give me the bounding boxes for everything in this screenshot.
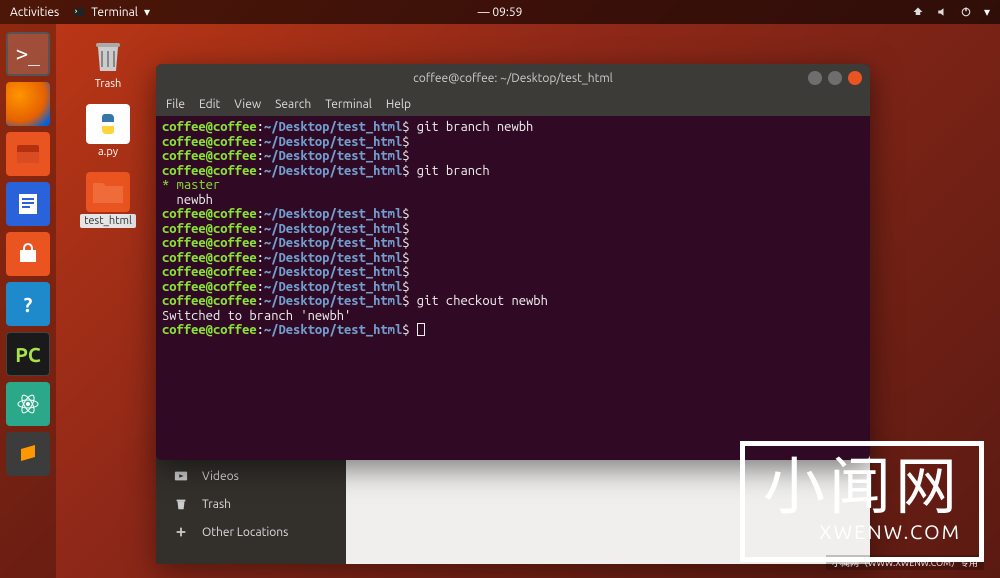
bag-icon xyxy=(16,242,40,266)
watermark-title: 小闻网 xyxy=(763,454,961,516)
terminal-content[interactable]: coffee@coffee:~/Desktop/test_html$ git b… xyxy=(156,116,870,460)
watermark: 小闻网 XWENW.COM xyxy=(740,441,984,562)
launcher-files[interactable] xyxy=(6,132,50,176)
menu-file[interactable]: File xyxy=(166,98,185,111)
folder-icon xyxy=(86,172,130,212)
launcher-writer[interactable] xyxy=(6,182,50,226)
window-maximize-button[interactable] xyxy=(828,71,842,85)
window-minimize-button[interactable] xyxy=(808,71,822,85)
desktop-apy[interactable]: a.py xyxy=(78,104,138,158)
launcher-help[interactable]: ? xyxy=(6,282,50,326)
terminal-menubar: File Edit View Search Terminal Help xyxy=(156,92,870,116)
network-icon[interactable] xyxy=(912,6,924,18)
desktop-apy-label: a.py xyxy=(98,146,118,158)
menu-view[interactable]: View xyxy=(234,98,261,111)
sidebar-item-videos[interactable]: Videos xyxy=(156,462,346,490)
sublime-icon xyxy=(17,443,39,465)
launcher-pycharm[interactable]: PC xyxy=(6,332,50,376)
sidebar-item-trash[interactable]: Trash xyxy=(156,490,346,518)
chevron-down-icon[interactable]: ▾ xyxy=(984,5,990,19)
window-close-button[interactable] xyxy=(848,71,862,85)
trash-icon xyxy=(174,497,188,511)
desktop-trash-label: Trash xyxy=(95,78,122,90)
launcher-terminal[interactable]: >_ xyxy=(6,32,50,76)
desktop-test-html[interactable]: test_html xyxy=(78,172,138,228)
desktop-icons: Trash a.py test_html xyxy=(78,36,138,228)
desktop-trash[interactable]: Trash xyxy=(78,36,138,90)
top-bar: Activities Terminal ▾ — 09:59 ▾ xyxy=(0,0,1000,24)
launcher-sublime[interactable] xyxy=(6,432,50,476)
sidebar-trash-label: Trash xyxy=(202,498,231,511)
chevron-down-icon: ▾ xyxy=(144,5,150,19)
terminal-window: coffee@coffee: ~/Desktop/test_html File … xyxy=(156,64,870,460)
terminal-icon xyxy=(73,6,85,18)
launcher-atom[interactable] xyxy=(6,382,50,426)
trash-icon xyxy=(86,36,130,76)
sidebar-item-other-locations[interactable]: Other Locations xyxy=(156,518,346,546)
files-sidebar: Videos Trash Other Locations xyxy=(156,454,346,564)
python-file-icon xyxy=(86,104,130,144)
menu-help[interactable]: Help xyxy=(386,98,411,111)
app-menu[interactable]: Terminal ▾ xyxy=(73,5,150,19)
menu-terminal[interactable]: Terminal xyxy=(325,98,372,111)
volume-icon[interactable] xyxy=(936,6,948,18)
sidebar-other-label: Other Locations xyxy=(202,526,288,539)
menu-search[interactable]: Search xyxy=(275,98,311,111)
drawer-icon xyxy=(15,143,41,165)
app-name-label: Terminal xyxy=(91,6,138,19)
menu-edit[interactable]: Edit xyxy=(199,98,220,111)
terminal-titlebar[interactable]: coffee@coffee: ~/Desktop/test_html xyxy=(156,64,870,92)
activities-button[interactable]: Activities xyxy=(10,6,59,19)
launcher-dock: >_ ? PC xyxy=(0,24,56,578)
sidebar-videos-label: Videos xyxy=(202,470,239,483)
terminal-title: coffee@coffee: ~/Desktop/test_html xyxy=(413,72,613,85)
launcher-firefox[interactable] xyxy=(6,82,50,126)
plus-icon xyxy=(174,525,188,539)
videos-icon xyxy=(174,469,188,483)
document-icon xyxy=(15,191,41,217)
atom-icon xyxy=(16,392,40,416)
watermark-subtitle: XWENW.COM xyxy=(763,520,961,543)
clock[interactable]: — 09:59 xyxy=(478,6,523,19)
power-icon[interactable] xyxy=(960,6,972,18)
launcher-software[interactable] xyxy=(6,232,50,276)
desktop-folder-label: test_html xyxy=(80,214,136,228)
